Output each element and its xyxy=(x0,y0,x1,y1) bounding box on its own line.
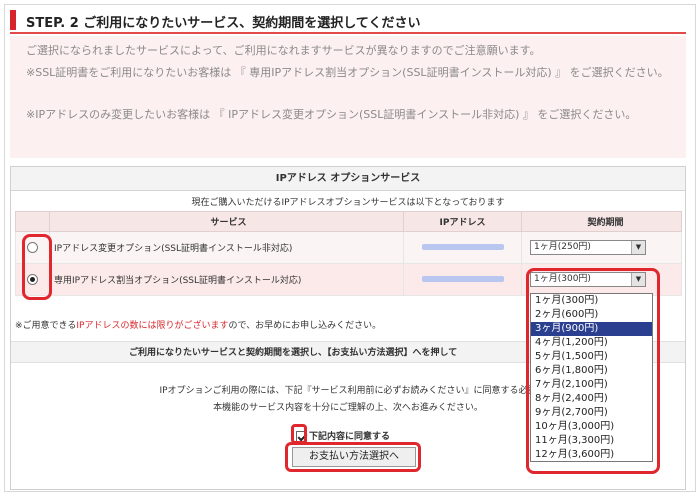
term-select-value: 1ヶ月(250円) xyxy=(534,242,591,252)
notice-line-2: ※SSL証明書をご利用になりたいお客様は 『 専用IPアドレス割当オプション(S… xyxy=(26,66,669,79)
notice-line-3: ※IPアドレスのみ変更したいお客様は 『 IPアドレス変更オプション(SSL証明… xyxy=(26,108,637,121)
radio-button-icon[interactable] xyxy=(27,242,38,253)
column-service: サービス xyxy=(49,211,404,232)
column-ip: IPアドレス xyxy=(403,211,522,232)
column-term: 契約期間 xyxy=(521,211,682,232)
dropdown-option[interactable]: 2ヶ月(600円) xyxy=(531,308,652,322)
column-select xyxy=(15,211,50,232)
payment-method-button[interactable]: お支払い方法選択へ xyxy=(292,447,416,467)
service-name: 専用IPアドレス割当オプション(SSL証明書インストール対応) xyxy=(49,263,404,296)
service-table: サービス IPアドレス 契約期間 IPアドレス変更オプション(SSL証明書インス… xyxy=(15,211,682,296)
dropdown-option[interactable]: 6ヶ月(1,800円) xyxy=(531,364,652,378)
table-row: 専用IPアドレス割当オプション(SSL証明書インストール対応) 1ヶ月(300円… xyxy=(15,263,682,296)
dropdown-option[interactable]: 12ヶ月(3,600円) xyxy=(531,448,652,462)
availability-warning: ※ご用意できるIPアドレスの数には限りがございますので、お早めにお申し込みくださ… xyxy=(15,321,382,331)
dropdown-option[interactable]: 7ヶ月(2,100円) xyxy=(531,378,652,392)
dropdown-arrow-icon: ▼ xyxy=(631,241,645,254)
dropdown-option[interactable]: 9ヶ月(2,700円) xyxy=(531,406,652,420)
dropdown-option[interactable]: 5ヶ月(1,500円) xyxy=(531,350,652,364)
service-name: IPアドレス変更オプション(SSL証明書インストール非対応) xyxy=(49,231,404,264)
agree-checkbox-row[interactable]: 下記内容に同意する xyxy=(296,429,390,442)
dropdown-option[interactable]: 8ヶ月(2,400円) xyxy=(531,392,652,406)
current-offer-note: 現在ご購入いただけるIPアドレスオプションサービスは以下となっております xyxy=(191,198,505,208)
warning-highlight: IPアドレスの数には限りがございます xyxy=(76,321,229,331)
dropdown-option[interactable]: 11ヶ月(3,300円) xyxy=(531,434,652,448)
step-accent-bar xyxy=(10,10,16,30)
dropdown-option-selected[interactable]: 3ヶ月(900円) xyxy=(531,322,652,336)
term-select-value: 1ヶ月(300円) xyxy=(534,274,591,284)
dropdown-option[interactable]: 1ヶ月(300円) xyxy=(531,294,652,308)
term-select[interactable]: 1ヶ月(300円) ▼ xyxy=(530,272,646,287)
term-dropdown-list[interactable]: 1ヶ月(300円) 2ヶ月(600円) 3ヶ月(900円) 4ヶ月(1,200円… xyxy=(530,293,653,462)
checkbox-icon[interactable] xyxy=(296,431,307,442)
radio-button-icon[interactable] xyxy=(27,274,38,285)
step-header: STEP. 2 ご利用になりたいサービス、契約期間を選択してください xyxy=(10,8,686,34)
notice-line-1: ご選択になられましたサービスによって、ご利用になれますサービスが異なりますのでご… xyxy=(26,44,541,57)
agree-label: 下記内容に同意する xyxy=(309,432,391,442)
panel-title: IPアドレス オプションサービス xyxy=(11,167,685,191)
term-select[interactable]: 1ヶ月(250円) ▼ xyxy=(530,240,646,255)
table-row: IPアドレス変更オプション(SSL証明書インストール非対応) 1ヶ月(250円)… xyxy=(15,231,682,264)
ip-address-redacted xyxy=(421,276,504,282)
ip-address-redacted xyxy=(421,244,504,250)
step-title: STEP. 2 ご利用になりたいサービス、契約期間を選択してください xyxy=(26,16,421,31)
dropdown-option[interactable]: 10ヶ月(3,000円) xyxy=(531,420,652,434)
dropdown-arrow-icon: ▼ xyxy=(631,273,645,286)
dropdown-option[interactable]: 4ヶ月(1,200円) xyxy=(531,336,652,350)
notice-box: ご選択になられましたサービスによって、ご利用になれますサービスが異なりますのでご… xyxy=(10,36,686,158)
